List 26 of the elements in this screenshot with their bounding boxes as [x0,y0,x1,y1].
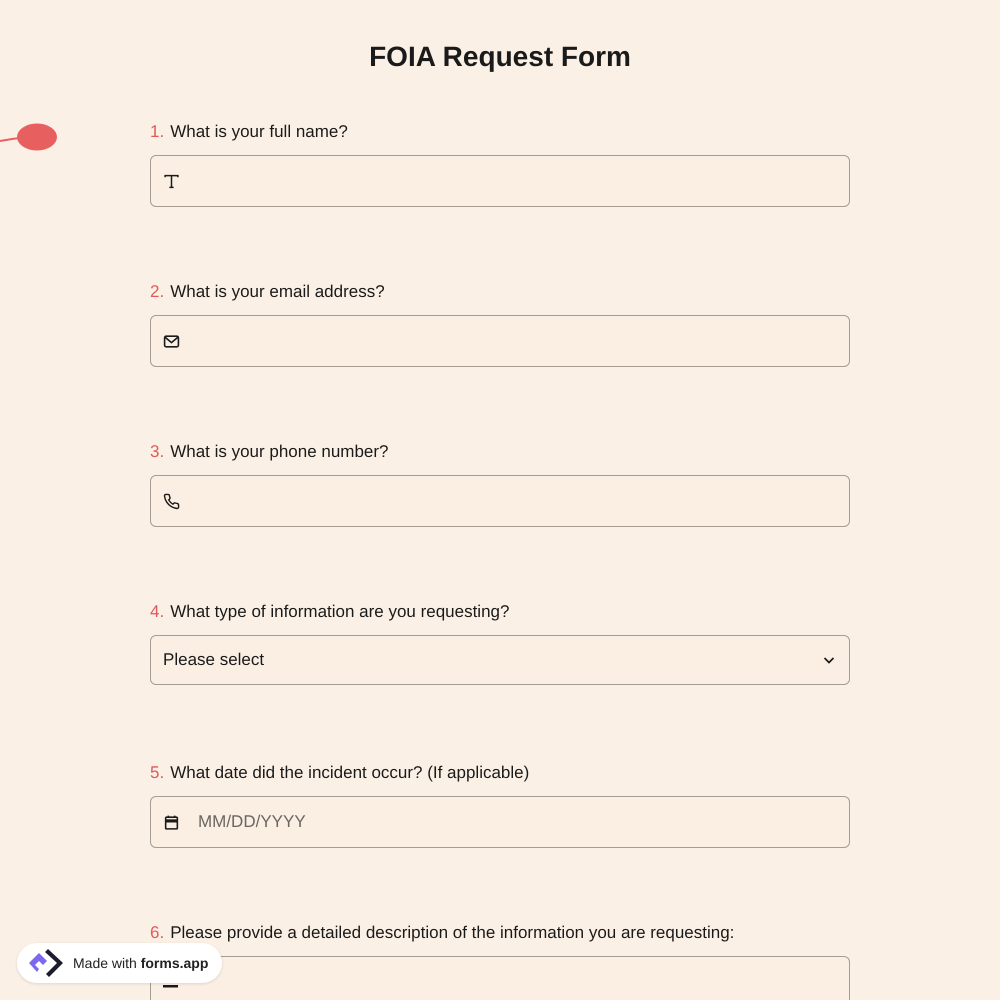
input-field[interactable] [150,315,850,367]
text-icon [163,172,180,190]
date-field[interactable]: MM/DD/YYYY [150,796,850,848]
question-label: What is your full name? [170,121,348,143]
made-with-badge[interactable]: Made with forms.app [17,943,222,983]
question-number: 1. [150,121,164,143]
question-number: 3. [150,441,164,463]
input-field[interactable] [150,475,850,527]
text-lines-icon [163,985,178,988]
question-number: 6. [150,922,164,944]
question-label: What is your phone number? [170,441,388,463]
placeholder-text: MM/DD/YYYY [198,811,306,834]
question-label: What is your email address? [170,281,385,303]
question-label: What date did the incident occur? (If applicable) [170,762,530,784]
question-number: 4. [150,601,164,623]
question-label: Please provide a detailed description of the information you are requesting: [170,922,734,944]
phone-icon [163,492,180,510]
calendar-icon [163,814,180,830]
select-dropdown[interactable]: Please select [150,635,850,685]
question-label: What type of information are you requesting? [170,601,510,623]
question-number: 5. [150,762,164,784]
question-number: 2. [150,281,164,303]
input-field[interactable] [150,155,850,207]
form-title: FOIA Request Form [369,40,631,74]
envelope-icon [163,332,180,350]
decoration-drawing [0,123,58,151]
